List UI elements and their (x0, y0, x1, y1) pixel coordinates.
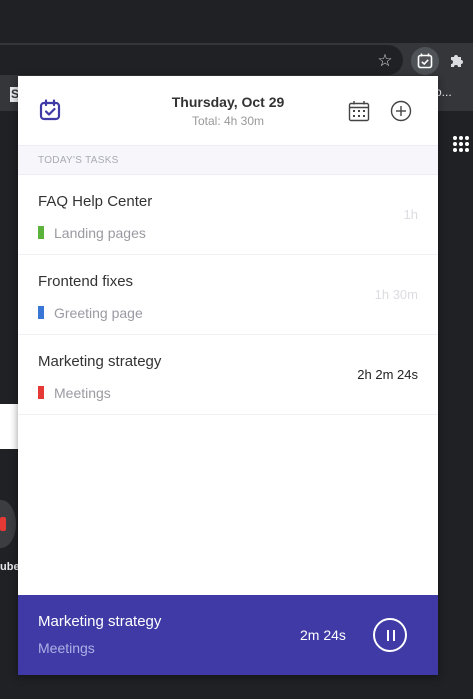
page-search-box[interactable] (0, 404, 18, 449)
project-color-bar (38, 226, 44, 239)
project-color-bar (38, 386, 44, 399)
todays-tasks-section: TODAY'S TASKS (18, 145, 438, 175)
youtube-icon (0, 517, 6, 531)
task-title: Frontend fixes (38, 273, 134, 290)
apps-grid-icon[interactable] (453, 136, 469, 152)
header-date: Thursday, Oct 29 (171, 94, 285, 110)
extension-button[interactable] (411, 47, 439, 75)
calendar-icon[interactable] (348, 100, 370, 122)
task-title: FAQ Help Center (38, 193, 153, 210)
address-bar[interactable] (0, 45, 403, 75)
project-color-bar (38, 306, 44, 319)
task-row[interactable]: Frontend fixes Greeting page 1h 30m (18, 255, 438, 335)
running-task-project: Meetings (38, 640, 95, 656)
browser-tab-strip (0, 0, 473, 43)
running-task-title: Marketing strategy (38, 613, 162, 630)
star-icon[interactable]: ☆ (375, 51, 395, 71)
task-row[interactable]: FAQ Help Center Landing pages 1h (18, 175, 438, 255)
task-row[interactable]: Marketing strategy Meetings 2h 2m 24s (18, 335, 438, 415)
task-time: 2h 2m 24s (357, 367, 418, 382)
task-title: Marketing strategy (38, 353, 162, 370)
extension-popup: Thursday, Oct 29 Total: 4h 30m TODAY'S T… (18, 76, 438, 675)
shortcut-label: ube (0, 561, 20, 573)
calendar-check-icon (39, 99, 61, 121)
pause-icon (393, 630, 395, 641)
pause-button[interactable] (373, 618, 407, 652)
task-project: Greeting page (54, 305, 143, 321)
running-timer-bar[interactable]: Marketing strategy Meetings 2m 24s (18, 595, 438, 675)
calendar-check-icon (417, 53, 433, 69)
task-time: 1h 30m (374, 287, 418, 302)
running-elapsed-time: 2m 24s (300, 627, 346, 643)
task-time: 1h (403, 207, 418, 222)
task-project: Meetings (54, 385, 111, 401)
section-label: TODAY'S TASKS (38, 155, 119, 166)
pause-icon (387, 630, 389, 641)
puzzle-icon[interactable] (447, 51, 467, 71)
plus-circle-icon[interactable] (390, 100, 412, 122)
header-total: Total: 4h 30m (191, 114, 265, 128)
task-project: Landing pages (54, 225, 146, 241)
popup-header: Thursday, Oct 29 Total: 4h 30m (18, 76, 438, 145)
